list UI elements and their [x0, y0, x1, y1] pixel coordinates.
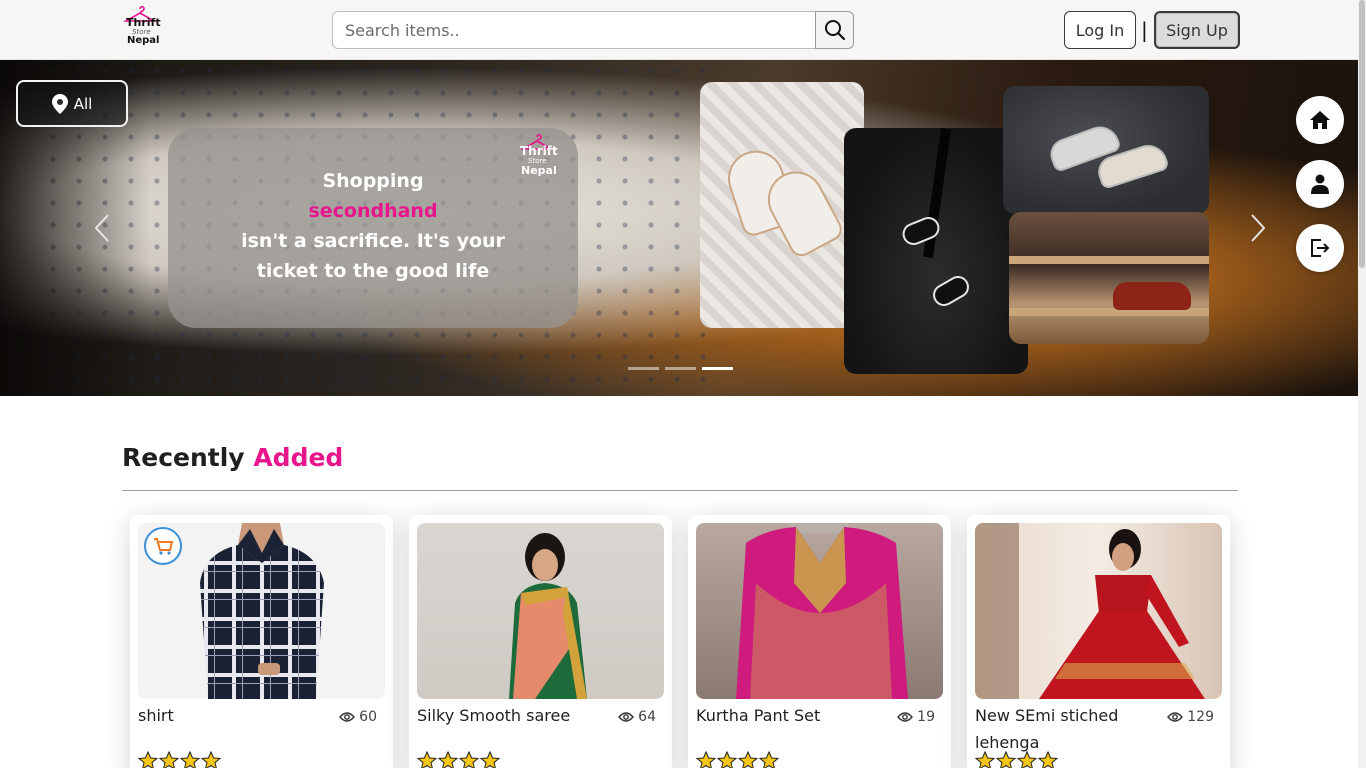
profile-button[interactable]	[1296, 160, 1344, 208]
promo-line-4: ticket to the good life	[256, 260, 490, 282]
location-filter-label: All	[73, 94, 93, 113]
user-icon	[1311, 174, 1329, 194]
view-count: 64	[638, 709, 656, 725]
product-image-saree[interactable]	[417, 523, 664, 699]
carousel-indicator-1[interactable]	[628, 367, 659, 370]
product-card-lehenga[interactable]: New SEmi stiched lehenga 129	[967, 515, 1230, 768]
product-views: 60	[339, 709, 377, 725]
search-bar	[332, 11, 854, 49]
product-name[interactable]: Kurtha Pant Set	[696, 702, 886, 729]
product-card-saree[interactable]: Silky Smooth saree 64	[409, 515, 672, 768]
star-icon	[1017, 751, 1037, 768]
search-button[interactable]	[815, 11, 854, 49]
promo-line-3: isn't a sacrifice. It's your	[241, 230, 505, 252]
star-icon	[717, 751, 737, 768]
star-icon	[201, 751, 221, 768]
chevron-left-icon	[94, 214, 109, 242]
product-name[interactable]: New SEmi stiched lehenga	[975, 702, 1165, 756]
heading-accent: Added	[253, 443, 344, 472]
location-pin-icon	[51, 93, 68, 114]
site-logo[interactable]: Thrift Store Nepal	[118, 6, 164, 50]
signup-button[interactable]: Sign Up	[1154, 11, 1240, 49]
lehenga-photo	[975, 523, 1205, 699]
logo-text-nepal: Nepal	[127, 35, 160, 46]
eye-icon	[1167, 712, 1184, 722]
product-views: 64	[618, 709, 656, 725]
carousel-indicators	[628, 367, 733, 370]
top-navbar: Thrift Store Nepal Log In | Sign Up	[0, 0, 1358, 60]
rating-stars	[975, 751, 1058, 768]
promo-logo-thrift: Thrift	[520, 144, 558, 158]
auth-separator: |	[1141, 18, 1148, 42]
search-icon	[824, 20, 845, 41]
promo-card: Thrift Store Nepal Shopping secondhand i…	[168, 128, 578, 328]
rating-stars	[696, 751, 779, 768]
rating-stars	[138, 751, 221, 768]
home-button[interactable]	[1296, 96, 1344, 144]
login-button[interactable]: Log In	[1064, 11, 1136, 49]
carousel-indicator-3[interactable]	[702, 367, 733, 370]
promo-line-2: secondhand	[308, 200, 438, 222]
star-icon	[438, 751, 458, 768]
product-views: 129	[1167, 709, 1214, 725]
view-count: 129	[1187, 709, 1214, 725]
kurtha-photo	[736, 523, 908, 699]
carousel-prev-button[interactable]	[90, 210, 114, 246]
hero-carousel: All Thrift Store Nepal Shopping secondha…	[0, 60, 1358, 396]
eye-icon	[339, 712, 356, 722]
product-image-shirt[interactable]	[138, 523, 385, 699]
hero-photo-shoe-shelf	[1009, 212, 1209, 344]
view-count: 60	[359, 709, 377, 725]
carousel-indicator-2[interactable]	[665, 367, 696, 370]
star-icon	[459, 751, 479, 768]
section-divider	[122, 490, 1238, 491]
recently-added-heading: Recently Added	[122, 443, 343, 472]
scrollbar-thumb[interactable]	[1359, 0, 1365, 268]
product-name[interactable]: shirt	[138, 702, 328, 729]
home-icon	[1310, 111, 1330, 129]
chevron-right-icon	[1251, 214, 1266, 242]
star-icon	[759, 751, 779, 768]
product-views: 19	[897, 709, 935, 725]
hero-photo-sneakers-dark	[844, 128, 1028, 374]
eye-icon	[897, 712, 914, 722]
eye-icon	[618, 712, 635, 722]
product-image-lehenga[interactable]	[975, 523, 1222, 699]
page-scrollbar[interactable]	[1358, 0, 1366, 768]
logout-icon	[1311, 239, 1330, 257]
star-icon	[738, 751, 758, 768]
carousel-next-button[interactable]	[1246, 210, 1270, 246]
saree-photo	[509, 533, 587, 699]
logout-button[interactable]	[1296, 224, 1344, 272]
product-card-kurtha[interactable]: Kurtha Pant Set 19	[688, 515, 951, 768]
heading-prefix: Recently	[122, 443, 245, 472]
hero-photo-heels	[700, 82, 864, 328]
promo-line-1: Shopping	[322, 170, 424, 192]
cart-badge-icon	[154, 538, 174, 555]
product-card-shirt[interactable]: shirt 60	[130, 515, 393, 768]
view-count: 19	[917, 709, 935, 725]
star-icon	[975, 751, 995, 768]
promo-tagline: Shopping secondhand isn't a sacrifice. I…	[168, 166, 578, 286]
product-name[interactable]: Silky Smooth saree	[417, 702, 607, 729]
shop-badge-logo	[144, 527, 182, 565]
star-icon	[180, 751, 200, 768]
star-icon	[696, 751, 716, 768]
star-icon	[1038, 751, 1058, 768]
hero-photo-high-tops	[1003, 86, 1209, 214]
star-icon	[996, 751, 1016, 768]
star-icon	[480, 751, 500, 768]
search-input[interactable]	[332, 11, 816, 49]
rating-stars	[417, 751, 500, 768]
star-icon	[138, 751, 158, 768]
star-icon	[159, 751, 179, 768]
star-icon	[417, 751, 437, 768]
location-filter-button[interactable]: All	[16, 80, 128, 127]
product-image-kurtha[interactable]	[696, 523, 943, 699]
